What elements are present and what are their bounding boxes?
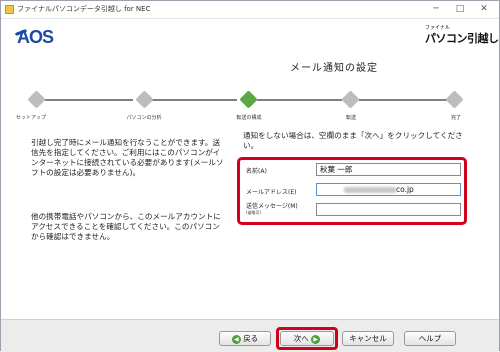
- step-connector: [152, 99, 237, 101]
- account-note-text: 他の携帯電話やパソコンから、このメールアカウントにアクセスできることを確認してく…: [31, 212, 221, 241]
- skip-hint-text: 通知をしない場合は、空欄のまま「次へ」をクリックしてください。: [243, 131, 463, 150]
- step-configure-marker: [239, 90, 258, 109]
- page-title: メール通知の設定: [290, 63, 378, 74]
- step-transfer-label: 転送: [345, 115, 357, 121]
- step-connector: [359, 99, 447, 101]
- email-domain: co.jp: [396, 185, 414, 194]
- back-button-label: 戻る: [243, 334, 259, 343]
- message-optional-label: (省略可): [246, 210, 262, 215]
- window-title: ファイナルパソコンデータ引越し for NEC: [17, 5, 151, 13]
- step-configure-label: 転送の構成: [236, 115, 262, 121]
- step-progress: セットアップ パソコンの分析 転送の構成 転送 完了: [1, 89, 499, 123]
- product-logo: ファイナル パソコン引越し: [425, 24, 499, 46]
- email-field[interactable]: co.jp: [316, 183, 461, 196]
- step-complete-label: 完了: [450, 115, 462, 121]
- message-field[interactable]: [316, 203, 461, 216]
- step-connector: [45, 99, 133, 101]
- product-logo-main: パソコン引越し: [425, 32, 499, 45]
- right-arrow-icon: ▶: [311, 334, 321, 344]
- cancel-button[interactable]: キャンセル: [342, 331, 394, 346]
- left-arrow-icon: ◀: [231, 334, 241, 344]
- back-button[interactable]: ◀ 戻る: [219, 331, 271, 346]
- next-button-label: 次へ: [293, 334, 309, 343]
- help-button[interactable]: ヘルプ: [404, 331, 456, 346]
- maximize-button[interactable]: □: [449, 2, 471, 16]
- email-label: メールアドレス(E): [246, 189, 297, 196]
- step-setup-marker: [27, 90, 46, 109]
- notification-form: 名前(A) 秋葉 一郎 メールアドレス(E) co.jp 送信メッセージ(M) …: [237, 157, 467, 225]
- instruction-text: 引越し完了時にメール通知を行なうことができます。送信先を指定してください。ご利用…: [31, 138, 224, 177]
- step-analysis-marker: [135, 90, 154, 109]
- next-button[interactable]: 次へ ▶: [280, 331, 334, 346]
- name-field[interactable]: 秋葉 一郎: [316, 163, 461, 176]
- step-connector: [257, 99, 342, 101]
- step-complete-marker: [445, 90, 464, 109]
- minimize-button[interactable]: ─: [425, 2, 447, 16]
- brand-logo: AOS: [17, 27, 54, 47]
- name-label: 名前(A): [246, 168, 267, 175]
- step-setup-label: セットアップ: [15, 115, 47, 121]
- message-label: 送信メッセージ(M): [246, 203, 298, 210]
- step-analysis-label: パソコンの分析: [126, 115, 162, 121]
- close-button[interactable]: ✕: [473, 2, 495, 16]
- title-bar: ファイナルパソコンデータ引越し for NEC ─ □ ✕: [1, 1, 499, 19]
- step-transfer-marker: [341, 90, 360, 109]
- app-icon: [5, 5, 14, 14]
- app-window: ファイナルパソコンデータ引越し for NEC ─ □ ✕ AOS ファイナル …: [0, 0, 500, 352]
- redacted-email: [344, 187, 396, 193]
